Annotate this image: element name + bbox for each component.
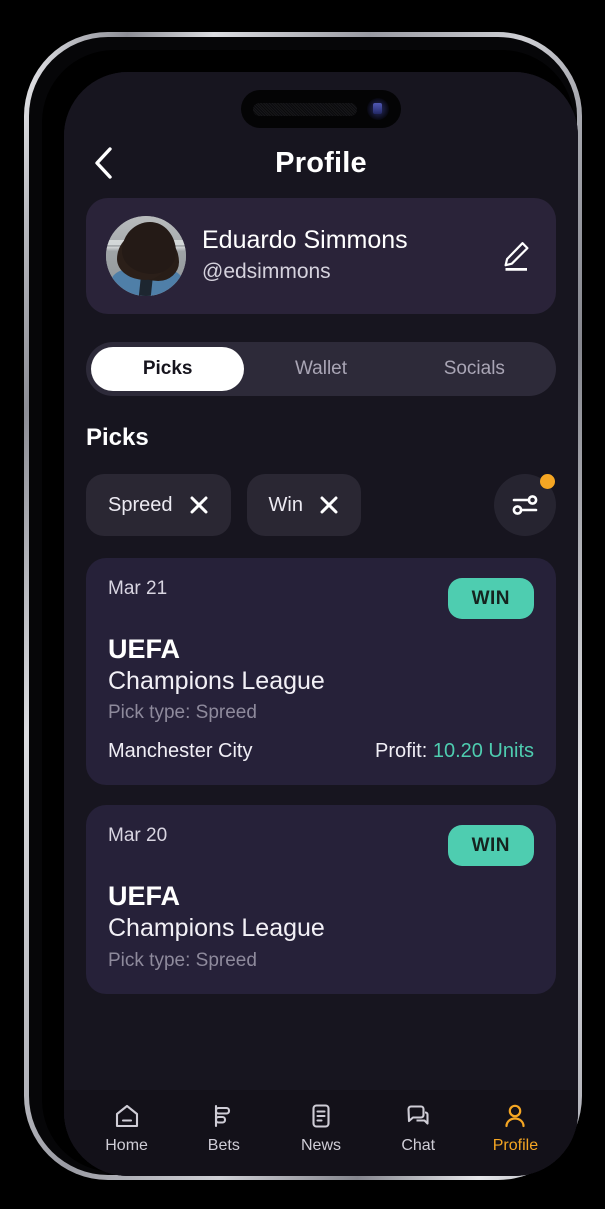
pick-date: Mar 21 xyxy=(108,578,168,599)
pick-profit: Profit: 10.20 Units xyxy=(375,740,534,763)
pick-card[interactable]: Mar 20 WIN UEFA Champions League Pick ty… xyxy=(86,805,556,994)
nav-item-label: Chat xyxy=(401,1136,436,1154)
picks-list: Mar 21 WIN UEFA Champions League Pick ty… xyxy=(86,558,556,994)
pick-league-primary: UEFA xyxy=(108,881,181,912)
nav-item-label: Home xyxy=(105,1136,148,1154)
pick-league-primary: UEFA xyxy=(108,634,181,664)
front-camera-icon xyxy=(367,98,389,120)
close-icon[interactable] xyxy=(189,495,209,515)
app-root: Profile Eduardo Simmons @edsimmons Picks… xyxy=(64,72,578,1176)
chevron-left-icon xyxy=(95,147,112,179)
pick-card-header: Mar 21 WIN xyxy=(108,578,534,619)
nav-item-bets[interactable]: Bets xyxy=(175,1102,272,1155)
filter-chip-spreed[interactable]: Spreed xyxy=(86,474,231,536)
sliders-icon xyxy=(512,495,538,515)
screenshot-stage: Profile Eduardo Simmons @edsimmons Picks… xyxy=(0,0,605,1209)
person-icon xyxy=(505,1104,526,1127)
filter-chips-row: Spreed Win xyxy=(86,474,556,536)
dynamic-island xyxy=(241,90,401,128)
nav-item-home[interactable]: Home xyxy=(78,1102,175,1155)
pick-type: Pick type: Spreed xyxy=(108,949,257,971)
pick-league-secondary: Champions League xyxy=(108,666,325,695)
profile-name: Eduardo Simmons xyxy=(202,226,408,255)
tab-wallet[interactable]: Wallet xyxy=(244,347,397,391)
section-title: Picks xyxy=(86,424,149,451)
filter-settings-button[interactable] xyxy=(494,474,556,536)
speaker-grille-icon xyxy=(253,102,357,116)
edit-profile-button[interactable] xyxy=(496,236,536,276)
pick-card-footer: Manchester City Profit: 10.20 Units xyxy=(108,740,534,763)
nav-item-profile[interactable]: Profile xyxy=(467,1102,564,1155)
tab-socials[interactable]: Socials xyxy=(398,347,551,391)
status-badge: WIN xyxy=(447,578,534,619)
pick-profit-label: Profit: xyxy=(375,740,428,763)
pick-card[interactable]: Mar 21 WIN UEFA Champions League Pick ty… xyxy=(86,558,556,786)
profile-meta: Eduardo Simmons @edsimmons xyxy=(202,225,480,287)
segmented-tabs: Picks Wallet Socials xyxy=(86,342,556,396)
nav-item-label: Bets xyxy=(207,1136,240,1154)
phone-screen: Profile Eduardo Simmons @edsimmons Picks… xyxy=(64,72,578,1176)
bets-chart-icon xyxy=(214,1104,230,1127)
back-button[interactable] xyxy=(86,146,120,180)
nav-item-chat[interactable]: Chat xyxy=(370,1102,467,1155)
pick-league-secondary: Champions League xyxy=(108,914,325,943)
pick-card-header: Mar 20 WIN xyxy=(108,825,534,867)
page-title: Profile xyxy=(275,147,367,179)
profile-handle: @edsimmons xyxy=(202,260,331,284)
phone-bezel: Profile Eduardo Simmons @edsimmons Picks… xyxy=(42,50,578,1176)
nav-item-label: News xyxy=(301,1136,342,1154)
chat-bubbles-icon xyxy=(407,1104,429,1125)
pick-type: Pick type: Spreed xyxy=(108,702,257,724)
tab-picks[interactable]: Picks xyxy=(91,347,245,391)
pencil-edit-icon xyxy=(504,242,529,271)
app-scroll-body: Eduardo Simmons @edsimmons Picks Wallet … xyxy=(64,194,578,1090)
nav-item-news[interactable]: News xyxy=(272,1102,369,1155)
status-badge: WIN xyxy=(447,825,534,867)
pick-date: Mar 20 xyxy=(108,825,168,847)
home-icon xyxy=(115,1104,138,1127)
nav-item-label: Profile xyxy=(492,1136,539,1154)
filter-chip-win[interactable]: Win xyxy=(246,474,361,536)
bottom-navigation: Home Bets News Chat Profile xyxy=(64,1090,578,1176)
pick-team: Manchester City xyxy=(108,740,253,763)
news-document-icon xyxy=(312,1103,330,1128)
phone-rim: Profile Eduardo Simmons @edsimmons Picks… xyxy=(29,37,578,1176)
profile-card[interactable]: Eduardo Simmons @edsimmons xyxy=(86,198,556,314)
notification-dot xyxy=(540,474,555,489)
close-icon[interactable] xyxy=(319,495,339,515)
avatar-hair xyxy=(122,222,176,274)
avatar xyxy=(106,216,186,296)
phone-frame: Profile Eduardo Simmons @edsimmons Picks… xyxy=(24,32,582,1180)
filter-chip-label: Win xyxy=(268,493,303,516)
pick-profit-value: 10.20 Units xyxy=(432,740,534,763)
filter-chip-label: Spreed xyxy=(108,493,173,516)
